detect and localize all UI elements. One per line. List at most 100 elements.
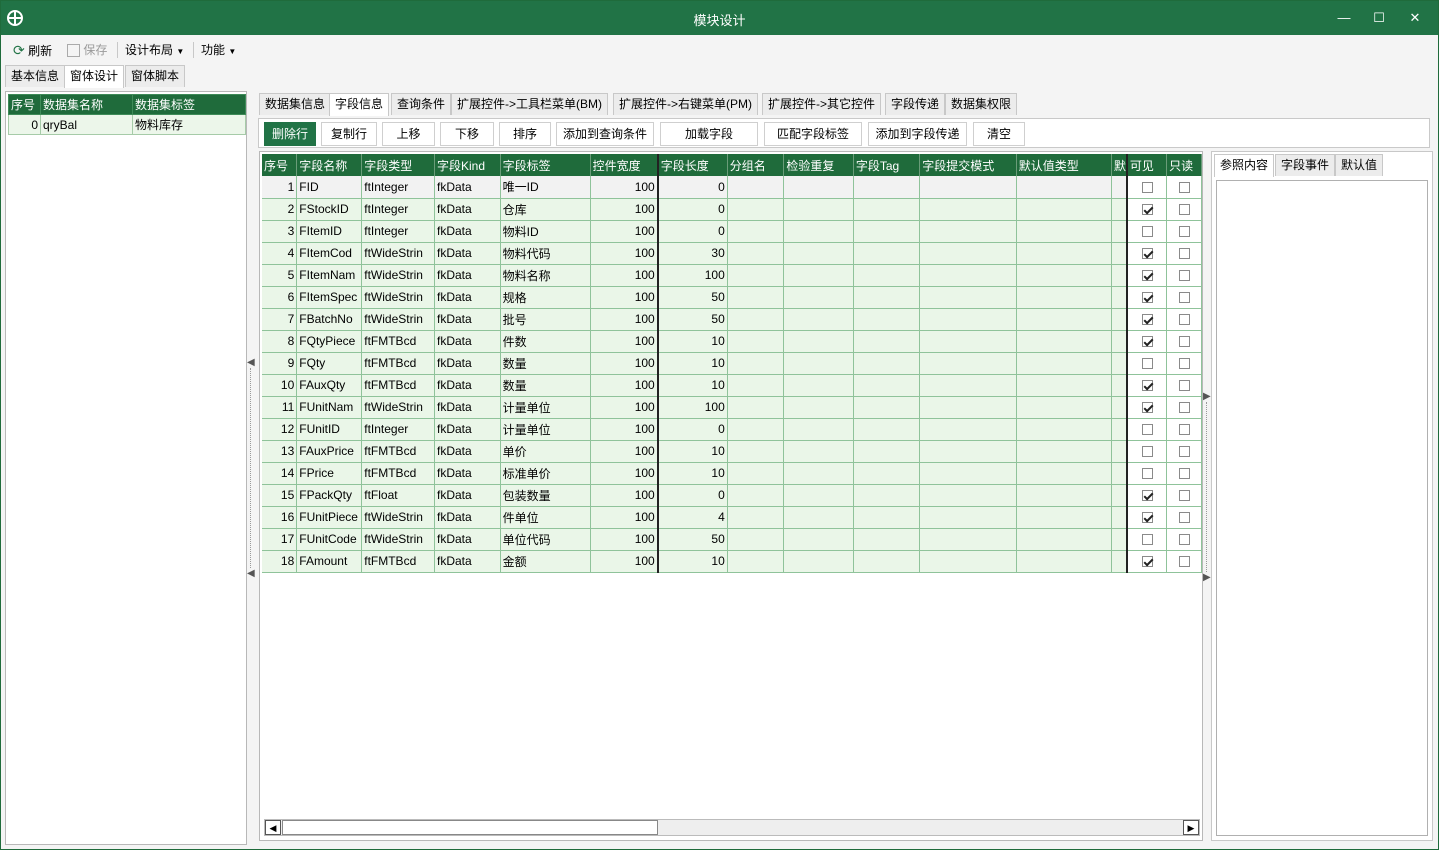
table-row[interactable]: 0 qryBal 物料库存 xyxy=(8,114,246,135)
visible-checkbox[interactable] xyxy=(1125,308,1168,331)
default-value[interactable] xyxy=(1111,330,1128,353)
checkbox-icon[interactable] xyxy=(1178,556,1190,568)
field-name[interactable]: FUnitID xyxy=(296,418,363,441)
submit-mode[interactable] xyxy=(919,396,1017,419)
field-length[interactable]: 10 xyxy=(656,374,728,397)
field-name[interactable]: FItemID xyxy=(296,220,363,243)
visible-checkbox[interactable] xyxy=(1125,352,1168,375)
control-width[interactable]: 100 xyxy=(590,308,659,331)
column-header[interactable]: 字段类型 xyxy=(361,154,435,176)
group-name[interactable] xyxy=(727,176,785,199)
field-tag[interactable] xyxy=(853,330,921,353)
table-row[interactable]: 18 FAmount ftFMTBcd fkData 金额 100 10 xyxy=(262,550,1202,573)
control-width[interactable]: 100 xyxy=(590,330,659,353)
group-name[interactable] xyxy=(727,220,785,243)
default-type[interactable] xyxy=(1016,198,1112,221)
field-name[interactable]: FItemCod xyxy=(296,242,363,265)
field-length[interactable]: 0 xyxy=(656,198,728,221)
default-value[interactable] xyxy=(1111,220,1128,243)
field-tag[interactable] xyxy=(853,264,921,287)
field-length[interactable]: 50 xyxy=(656,308,728,331)
table-row[interactable]: 5 FItemNam ftWideStrin fkData 物料名称 100 100 xyxy=(262,264,1202,287)
field-kind[interactable]: fkData xyxy=(434,308,501,331)
row-number[interactable]: 16 xyxy=(262,506,298,529)
scroll-right-icon[interactable]: ▶ xyxy=(1183,820,1199,835)
default-value[interactable] xyxy=(1111,462,1128,485)
control-width[interactable]: 100 xyxy=(590,462,659,485)
control-width[interactable]: 100 xyxy=(590,352,659,375)
checkbox-icon[interactable] xyxy=(1141,490,1153,502)
submit-mode[interactable] xyxy=(919,308,1017,331)
check-duplicate[interactable] xyxy=(783,528,854,551)
checkbox-icon[interactable] xyxy=(1178,468,1190,480)
checkbox-icon[interactable] xyxy=(1141,292,1153,304)
field-name[interactable]: FID xyxy=(296,176,363,199)
field-tag[interactable] xyxy=(853,242,921,265)
column-header[interactable]: 数据集名称 xyxy=(40,94,133,115)
field-name[interactable]: FStockID xyxy=(296,198,363,221)
group-name[interactable] xyxy=(727,308,785,331)
field-length[interactable]: 100 xyxy=(656,396,728,419)
check-duplicate[interactable] xyxy=(783,506,854,529)
tab-field-transfer[interactable]: 字段传递 xyxy=(885,93,946,115)
table-row[interactable]: 13 FAuxPrice ftFMTBcd fkData 单价 100 10 xyxy=(262,440,1202,463)
field-length[interactable]: 0 xyxy=(656,176,728,199)
checkbox-icon[interactable] xyxy=(1178,380,1190,392)
visible-checkbox[interactable] xyxy=(1125,462,1168,485)
column-header[interactable]: 默认值类型 xyxy=(1016,154,1112,176)
field-type[interactable]: ftWideStrin xyxy=(361,528,435,551)
field-name[interactable]: FUnitNam xyxy=(296,396,363,419)
checkbox-icon[interactable] xyxy=(1178,336,1190,348)
checkbox-icon[interactable] xyxy=(1178,314,1190,326)
column-header[interactable]: 分组名 xyxy=(727,154,785,176)
default-type[interactable] xyxy=(1016,396,1112,419)
field-kind[interactable]: fkData xyxy=(434,242,501,265)
layout-menu[interactable]: 设计布局 ▼ xyxy=(125,40,184,60)
checkbox-icon[interactable] xyxy=(1141,468,1153,480)
checkbox-icon[interactable] xyxy=(1141,380,1153,392)
column-header[interactable]: 字段标签 xyxy=(500,154,591,176)
field-tag[interactable] xyxy=(853,198,921,221)
checkbox-icon[interactable] xyxy=(1141,446,1153,458)
default-type[interactable] xyxy=(1016,176,1112,199)
checkbox-icon[interactable] xyxy=(1178,512,1190,524)
checkbox-icon[interactable] xyxy=(1178,490,1190,502)
column-header[interactable]: 可见 xyxy=(1125,154,1168,176)
visible-checkbox[interactable] xyxy=(1125,286,1168,309)
tab-basic-info[interactable]: 基本信息 xyxy=(5,65,66,87)
dataset-name[interactable]: qryBal xyxy=(40,114,133,135)
row-number[interactable]: 9 xyxy=(262,352,298,375)
default-value[interactable] xyxy=(1111,242,1128,265)
group-name[interactable] xyxy=(727,352,785,375)
readonly-checkbox[interactable] xyxy=(1166,396,1202,419)
dataset-label[interactable]: 物料库存 xyxy=(132,114,246,135)
field-name[interactable]: FPrice xyxy=(296,462,363,485)
default-type[interactable] xyxy=(1016,528,1112,551)
row-number[interactable]: 7 xyxy=(262,308,298,331)
tab-dataset-permissions[interactable]: 数据集权限 xyxy=(945,93,1018,115)
checkbox-icon[interactable] xyxy=(1141,336,1153,348)
dataset-index[interactable]: 0 xyxy=(8,114,41,135)
tab-form-script[interactable]: 窗体脚本 xyxy=(125,65,186,87)
control-width[interactable]: 100 xyxy=(590,528,659,551)
field-name[interactable]: FQtyPiece xyxy=(296,330,363,353)
check-duplicate[interactable] xyxy=(783,550,854,573)
table-row[interactable]: 8 FQtyPiece ftFMTBcd fkData 件数 100 10 xyxy=(262,330,1202,353)
checkbox-icon[interactable] xyxy=(1141,358,1153,370)
default-value[interactable] xyxy=(1111,374,1128,397)
row-number[interactable]: 8 xyxy=(262,330,298,353)
submit-mode[interactable] xyxy=(919,286,1017,309)
default-value[interactable] xyxy=(1111,440,1128,463)
checkbox-icon[interactable] xyxy=(1141,512,1153,524)
column-header[interactable]: 序号 xyxy=(8,94,41,115)
column-header[interactable]: 序号 xyxy=(262,154,298,176)
table-row[interactable]: 3 FItemID ftInteger fkData 物料ID 100 0 xyxy=(262,220,1202,243)
field-kind[interactable]: fkData xyxy=(434,528,501,551)
readonly-checkbox[interactable] xyxy=(1166,506,1202,529)
table-row[interactable]: 1 FID ftInteger fkData 唯一ID 100 0 xyxy=(262,176,1202,199)
field-type[interactable]: ftFMTBcd xyxy=(361,374,435,397)
check-duplicate[interactable] xyxy=(783,220,854,243)
group-name[interactable] xyxy=(727,242,785,265)
field-tag[interactable] xyxy=(853,396,921,419)
check-duplicate[interactable] xyxy=(783,462,854,485)
